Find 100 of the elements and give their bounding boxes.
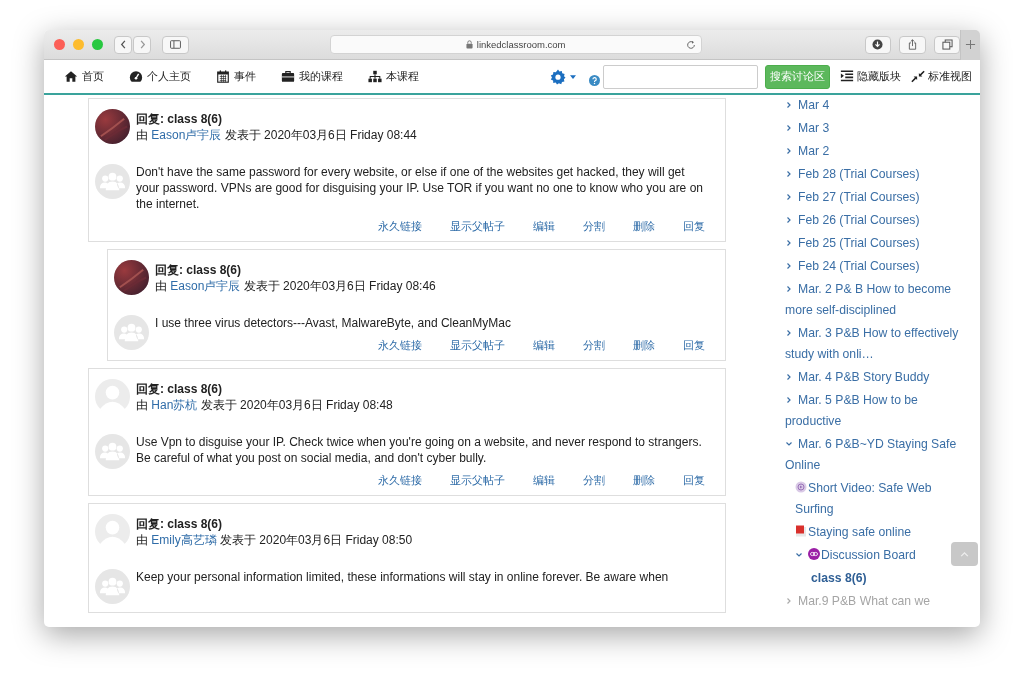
post-action-link[interactable]: 回复 [683, 473, 705, 487]
post-action-link[interactable]: 编辑 [533, 338, 555, 352]
chevron-right-icon[interactable] [785, 216, 793, 224]
chevron-right-icon[interactable] [785, 124, 793, 132]
block-toggle-link[interactable]: 标准视图 [911, 69, 972, 84]
post-action-link[interactable]: 编辑 [533, 473, 555, 487]
nav-link[interactable]: 事件 [216, 69, 256, 84]
course-nav-item[interactable]: Mar 3 [785, 118, 830, 139]
post-byline: 由 Eason卢宇辰 发表于 2020年03月6日 Friday 08:46 [155, 278, 436, 294]
chevron-down-icon[interactable] [785, 440, 793, 448]
course-nav-item[interactable]: Staying safe online [795, 522, 911, 543]
share-button[interactable] [899, 35, 926, 54]
post-action-link[interactable]: 删除 [633, 473, 655, 487]
home-icon [64, 70, 78, 83]
settings-menu-button[interactable] [550, 68, 576, 85]
course-nav-item[interactable]: Mar 4 [785, 95, 830, 116]
back-button[interactable] [114, 35, 132, 54]
settings-icon [550, 68, 566, 85]
group-icon [95, 434, 130, 469]
chevron-right-icon[interactable] [785, 193, 793, 201]
post-message: Don't have the same password for every website, or else if one of the websites get hacked, they will get your password. VPNs are good for disguising your IP. Use TOR if you want no one to know who you are on the internet. [136, 164, 704, 212]
pdf-file-icon [795, 525, 807, 537]
share-icon [907, 39, 918, 50]
group-icon [95, 569, 130, 604]
chevron-right-icon[interactable] [785, 170, 793, 178]
author-link[interactable]: Emily高艺璘 [151, 533, 217, 547]
compress-icon [911, 70, 925, 83]
course-nav-item[interactable]: Feb 27 (Trial Courses) [785, 187, 920, 208]
post-byline: 由 Emily高艺璘 发表于 2020年03月6日 Friday 08:50 [136, 532, 413, 548]
post-action-link[interactable]: 显示父帖子 [450, 338, 505, 352]
post-message: I use three virus detectors---Avast, MalwareByte, and CleanMyMac [155, 315, 512, 331]
calendar-icon [216, 70, 230, 83]
course-nav-item[interactable]: Mar. 3 P&B How to effectively study with onli… [785, 323, 960, 365]
nav-link[interactable]: 个人主页 [129, 69, 191, 84]
nav-link[interactable]: 我的课程 [281, 69, 343, 84]
block-toggle-link[interactable]: 隐藏版块 [840, 69, 901, 84]
post-action-link[interactable]: 删除 [633, 219, 655, 233]
chevron-right-icon[interactable] [785, 285, 793, 293]
tabs-button[interactable] [933, 35, 961, 54]
group-icon [114, 315, 149, 350]
course-nav-item[interactable]: Short Video: Safe Web Surfing [795, 478, 960, 520]
chevron-right-icon[interactable] [785, 262, 793, 270]
url-text: linkedclassroom.com [476, 39, 566, 50]
post-action-link[interactable]: 分割 [583, 338, 605, 352]
caret-down-icon [570, 74, 576, 79]
post-action-link[interactable]: 显示父帖子 [450, 219, 505, 233]
chevron-right-icon[interactable] [785, 239, 793, 247]
chevron-right-icon[interactable] [785, 329, 793, 337]
course-nav-item[interactable]: Mar. 2 P& B How to become more self-disciplined [785, 279, 960, 321]
gauge-icon [129, 70, 143, 83]
lock-icon [465, 40, 473, 49]
course-nav-item[interactable]: Mar. 5 P&B How to be productive [785, 390, 960, 432]
post-action-link[interactable]: 永久链接 [378, 473, 422, 487]
post-byline: 由 Eason卢宇辰 发表于 2020年03月6日 Friday 08:44 [136, 127, 417, 143]
chevron-right-icon[interactable] [785, 373, 793, 381]
chevron-down-icon[interactable] [795, 551, 803, 559]
author-link[interactable]: Eason卢宇辰 [151, 128, 222, 142]
course-nav-item[interactable]: Mar 2 [785, 141, 830, 162]
forum-icon [808, 548, 820, 560]
course-nav-item[interactable]: Feb 24 (Trial Courses) [785, 256, 920, 277]
search-field[interactable] [603, 64, 758, 89]
plus-icon [965, 39, 977, 50]
indent-icon [840, 70, 854, 83]
course-nav-item[interactable]: Feb 25 (Trial Courses) [785, 233, 920, 254]
chevron-right-icon[interactable] [785, 396, 793, 404]
chevron-right-icon[interactable] [785, 147, 793, 155]
post-action-link[interactable]: 分割 [583, 219, 605, 233]
course-nav-item[interactable]: Feb 28 (Trial Courses) [785, 164, 920, 185]
help-icon[interactable] [589, 74, 600, 86]
post-action-link[interactable]: 编辑 [533, 219, 555, 233]
post-action-link[interactable]: 永久链接 [378, 338, 422, 352]
post-subject: 回复: class 8(6) [136, 381, 224, 397]
new-tab-button[interactable] [960, 30, 980, 60]
post-message: Keep your personal information limited, these informations will stay in online forever. Be aware when [136, 569, 670, 585]
post-action-link[interactable]: 回复 [683, 219, 705, 233]
post-action-link[interactable]: 显示父帖子 [450, 473, 505, 487]
post-action-link[interactable]: 分割 [583, 473, 605, 487]
post-action-link[interactable]: 回复 [683, 338, 705, 352]
download-button[interactable] [864, 35, 892, 54]
post-subject: 回复: class 8(6) [136, 111, 224, 127]
course-nav-item[interactable]: Feb 26 (Trial Courses) [785, 210, 920, 231]
address-bar[interactable]: linkedclassroom.com [329, 35, 702, 54]
sidebar-button[interactable] [162, 35, 189, 54]
author-link[interactable]: Eason卢宇辰 [170, 279, 241, 293]
post-action-link[interactable]: 删除 [633, 338, 655, 352]
course-nav-item[interactable]: Mar. 4 P&B Story Buddy [785, 367, 930, 388]
chevron-right-icon[interactable] [785, 101, 793, 109]
nav-link[interactable]: 首页 [64, 69, 104, 84]
post-message: Use Vpn to disguise your IP. Check twice when you're going on a website, and never respond to strangers. Be careful of what you post on social media, and don't cyber bully. [136, 434, 703, 466]
author-link[interactable]: Han苏杭 [151, 398, 198, 412]
course-nav-item[interactable]: Mar. 6 P&B~YD Staying Safe Online [785, 434, 960, 476]
post-byline: 由 Han苏杭 发表于 2020年03月6日 Friday 08:48 [136, 397, 393, 413]
course-nav-item[interactable]: class 8(6) [811, 568, 867, 589]
post-action-link[interactable]: 永久链接 [378, 219, 422, 233]
tabs-icon [941, 39, 953, 50]
user-avatar [95, 109, 130, 144]
nav-link[interactable]: 本课程 [368, 69, 419, 84]
reload-icon[interactable] [685, 39, 696, 50]
course-nav-item[interactable]: Discussion Board [795, 545, 916, 566]
video-icon [795, 481, 807, 493]
